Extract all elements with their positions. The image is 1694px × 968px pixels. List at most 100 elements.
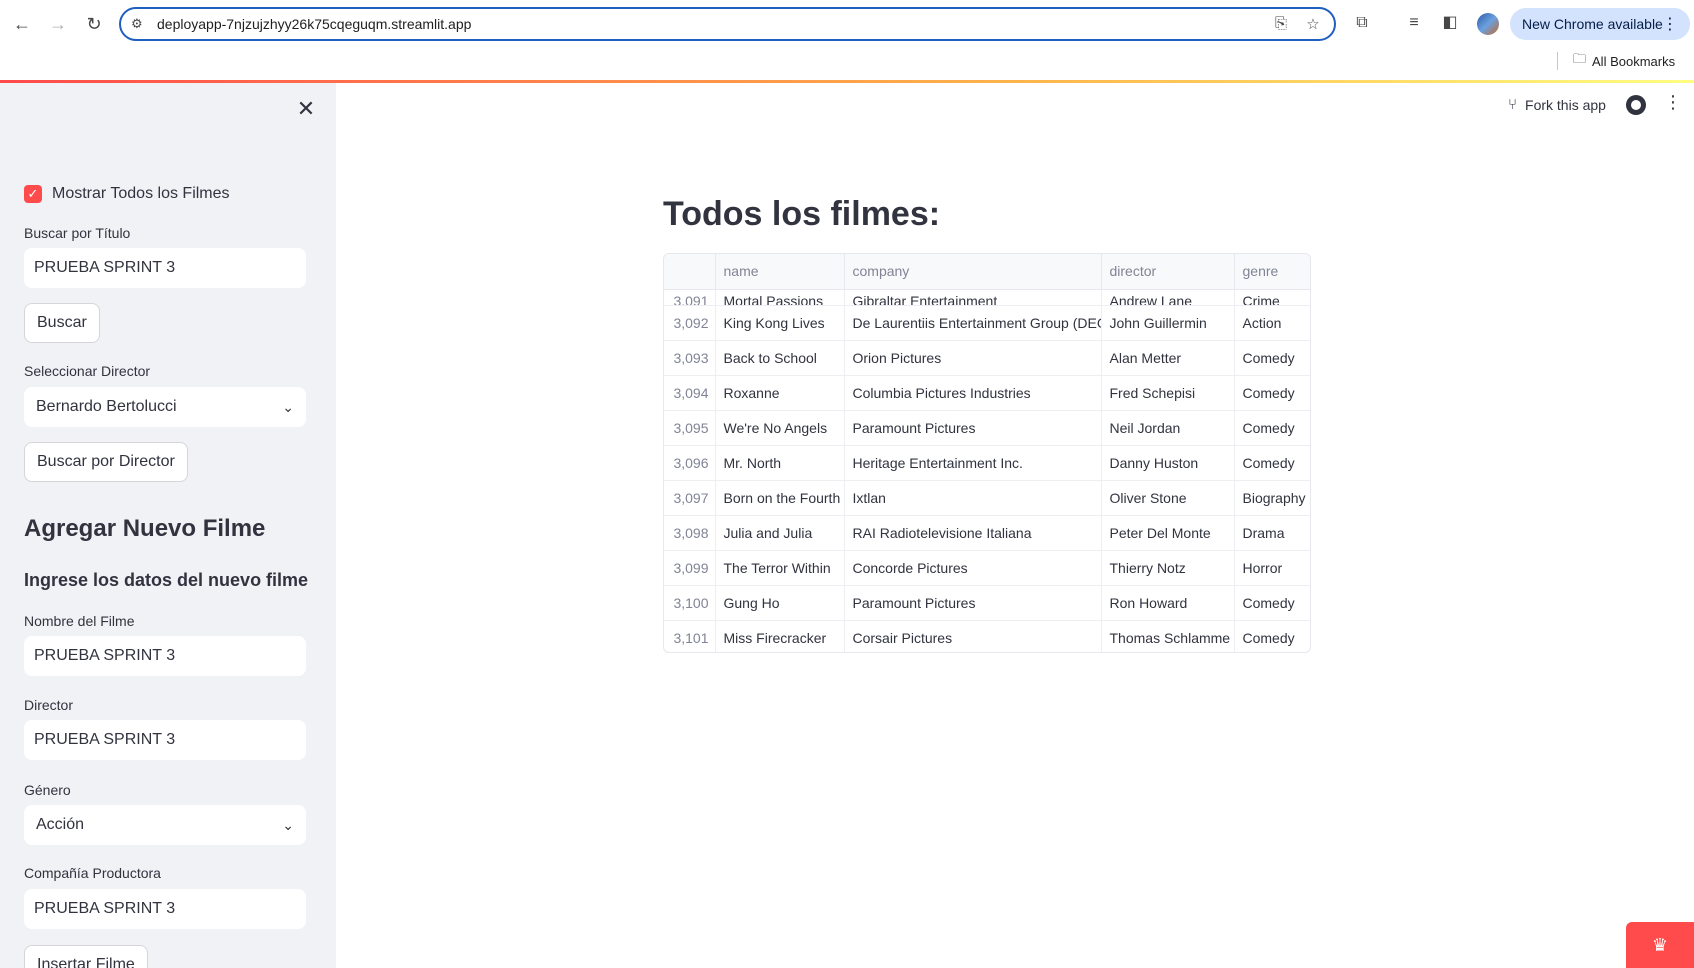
add-film-subheading: Ingrese los datos del nuevo filme — [24, 570, 309, 590]
back-icon[interactable]: ← — [8, 10, 36, 38]
cell-director[interactable]: Alan Metter — [1101, 340, 1235, 376]
main-menu-icon[interactable]: ⋮ — [1664, 92, 1682, 113]
cell-director[interactable]: Ron Howard — [1101, 585, 1235, 621]
cell-director[interactable]: John Guillermin — [1101, 305, 1235, 341]
cell-genre[interactable]: Comedy — [1234, 585, 1310, 621]
cell-name[interactable]: We're No Angels — [715, 410, 845, 446]
cell-name[interactable]: Back to School — [715, 340, 845, 376]
cell-name[interactable]: Roxanne — [715, 375, 845, 411]
cell-company[interactable]: Paramount Pictures — [844, 585, 1102, 621]
address-bar[interactable]: ⚙ deployapp-7njzujzhyy26k75cqeguqm.strea… — [119, 7, 1336, 41]
forward-icon[interactable]: → — [44, 10, 72, 38]
install-app-icon[interactable]: ⎘ — [1271, 15, 1291, 35]
cell-director[interactable]: Danny Huston — [1101, 445, 1235, 481]
cell-name[interactable]: Mr. North — [715, 445, 845, 481]
column-header-company[interactable]: company — [844, 254, 1102, 290]
table-row[interactable]: 3,097 Born on the Fourth o Ixtlan Oliver… — [664, 480, 1310, 516]
profile-avatar[interactable] — [1477, 13, 1499, 35]
all-bookmarks-button[interactable]: 🗀 All Bookmarks — [1573, 50, 1675, 72]
cell-name[interactable]: Miss Firecracker — [715, 620, 845, 652]
cell-genre[interactable]: Comedy — [1234, 445, 1310, 481]
table-row[interactable]: 3,100 Gung Ho Paramount Pictures Ron How… — [664, 585, 1310, 621]
cell-director[interactable]: Thierry Notz — [1101, 550, 1235, 586]
cell-company[interactable]: Gibraltar Entertainment — [844, 289, 1102, 306]
cell-genre[interactable]: Horror — [1234, 550, 1310, 586]
director-input[interactable]: PRUEBA SPRINT 3 — [24, 720, 306, 760]
cell-director[interactable]: Peter Del Monte — [1101, 515, 1235, 551]
table-row[interactable]: 3,098 Julia and Julia RAI Radiotelevisio… — [664, 515, 1310, 551]
cell-genre[interactable]: Drama — [1234, 515, 1310, 551]
cell-name[interactable]: Gung Ho — [715, 585, 845, 621]
search-director-button[interactable]: Buscar por Director — [24, 442, 188, 482]
director-select[interactable]: Bernardo Bertolucci ⌄ — [24, 387, 306, 427]
table-row[interactable]: 3,092 King Kong Lives De Laurentiis Ente… — [664, 305, 1310, 341]
close-sidebar-icon[interactable]: ✕ — [292, 95, 320, 123]
media-controls-icon[interactable]: ≡ — [1402, 11, 1426, 35]
cell-genre[interactable]: Action — [1234, 305, 1310, 341]
row-index: 3,096 — [664, 445, 716, 481]
table-row[interactable]: 3,099 The Terror Within Concorde Picture… — [664, 550, 1310, 586]
film-name-input[interactable]: PRUEBA SPRINT 3 — [24, 636, 306, 676]
table-row[interactable]: 3,096 Mr. North Heritage Entertainment I… — [664, 445, 1310, 481]
extensions-icon[interactable]: ⧉ — [1350, 11, 1374, 35]
cell-director[interactable]: Oliver Stone — [1101, 480, 1235, 516]
cell-company[interactable]: Columbia Pictures Industries — [844, 375, 1102, 411]
cell-genre[interactable]: Comedy — [1234, 375, 1310, 411]
all-bookmarks-label: All Bookmarks — [1592, 53, 1676, 69]
company-input[interactable]: PRUEBA SPRINT 3 — [24, 889, 306, 929]
table-row[interactable]: 3,095 We're No Angels Paramount Pictures… — [664, 410, 1310, 446]
chrome-menu-icon[interactable]: ⋮ — [1662, 14, 1678, 34]
search-button[interactable]: Buscar — [24, 303, 100, 343]
streamlit-crown-icon[interactable]: ♛ — [1626, 922, 1694, 968]
cell-name[interactable]: Born on the Fourth o — [715, 480, 845, 516]
cell-name[interactable]: The Terror Within — [715, 550, 845, 586]
search-title-input[interactable]: PRUEBA SPRINT 3 — [24, 248, 306, 288]
cell-company[interactable]: Heritage Entertainment Inc. — [844, 445, 1102, 481]
table-row[interactable]: 3,093 Back to School Orion Pictures Alan… — [664, 340, 1310, 376]
cell-genre[interactable]: Comedy — [1234, 340, 1310, 376]
row-index: 3,091 — [664, 289, 716, 306]
cell-company[interactable]: Corsair Pictures — [844, 620, 1102, 652]
reload-icon[interactable]: ↻ — [80, 10, 108, 38]
cell-name[interactable]: King Kong Lives — [715, 305, 845, 341]
table-row[interactable]: 3,091 Mortal Passions Gibraltar Entertai… — [664, 289, 1310, 306]
add-film-heading: Agregar Nuevo Filme — [24, 515, 266, 542]
genre-select[interactable]: Acción ⌄ — [24, 805, 306, 845]
cell-company[interactable]: Concorde Pictures — [844, 550, 1102, 586]
checkbox-checked-icon[interactable]: ✓ — [24, 185, 42, 203]
cell-company[interactable]: RAI Radiotelevisione Italiana — [844, 515, 1102, 551]
column-header-name[interactable]: name — [715, 254, 845, 290]
cell-company[interactable]: De Laurentiis Entertainment Group (DEG) — [844, 305, 1102, 341]
cell-genre[interactable]: Comedy — [1234, 620, 1310, 652]
bookmark-star-icon[interactable]: ☆ — [1303, 15, 1323, 35]
cell-genre[interactable]: Biography — [1234, 480, 1310, 516]
cell-company[interactable]: Paramount Pictures — [844, 410, 1102, 446]
column-header-index[interactable] — [664, 254, 716, 290]
cell-director[interactable]: Fred Schepisi — [1101, 375, 1235, 411]
director-select-value: Bernardo Bertolucci — [36, 398, 177, 415]
cell-name[interactable]: Mortal Passions — [715, 289, 845, 306]
site-settings-icon[interactable]: ⚙ — [131, 16, 147, 32]
column-header-director[interactable]: director — [1101, 254, 1235, 290]
cell-director[interactable]: Neil Jordan — [1101, 410, 1235, 446]
table-row[interactable]: 3,094 Roxanne Columbia Pictures Industri… — [664, 375, 1310, 411]
cell-director[interactable]: Andrew Lane — [1101, 289, 1235, 306]
films-dataframe[interactable]: name company director genre 3,091 Mortal… — [663, 253, 1311, 653]
show-all-checkbox[interactable]: ✓ Mostrar Todos los Filmes — [24, 185, 230, 203]
cell-director[interactable]: Thomas Schlamme — [1101, 620, 1235, 652]
cell-genre[interactable]: Comedy — [1234, 410, 1310, 446]
cell-genre[interactable]: Crime — [1234, 289, 1310, 306]
table-row[interactable]: 3,101 Miss Firecracker Corsair Pictures … — [664, 620, 1310, 652]
column-header-genre[interactable]: genre — [1234, 254, 1310, 290]
insert-film-button[interactable]: Insertar Filme — [24, 945, 148, 968]
cell-company[interactable]: Ixtlan — [844, 480, 1102, 516]
chrome-update-button[interactable]: New Chrome available ⋮ — [1510, 8, 1690, 40]
fork-app-button[interactable]: ⑂ Fork this app — [1508, 96, 1606, 113]
github-icon[interactable] — [1626, 95, 1646, 115]
chrome-update-label: New Chrome available — [1522, 16, 1663, 32]
side-panel-icon[interactable]: ◧ — [1438, 11, 1462, 35]
main-content: ⑂ Fork this app ⋮ Todos los filmes: name… — [336, 83, 1694, 968]
cell-company[interactable]: Orion Pictures — [844, 340, 1102, 376]
director-select-label: Seleccionar Director — [24, 363, 151, 379]
cell-name[interactable]: Julia and Julia — [715, 515, 845, 551]
